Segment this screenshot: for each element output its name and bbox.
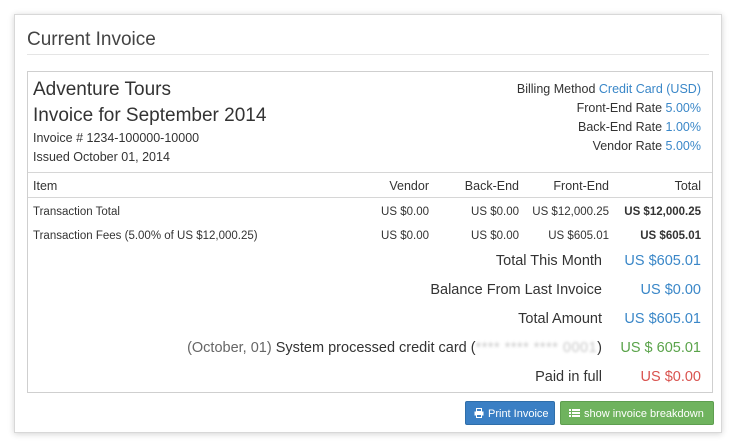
payment-processed-suffix: ) [597, 340, 602, 356]
header-total: Total [674, 179, 701, 193]
paid-in-full-label: Paid in full [535, 369, 602, 385]
row-transaction-fees-total: US $605.01 [640, 230, 701, 242]
payment-processed-text: System processed credit card ( [275, 340, 476, 356]
front-end-rate-label: Front-End Rate [576, 101, 663, 115]
back-end-rate-label: Back-End Rate [577, 120, 663, 134]
total-this-month-value: US $605.01 [624, 253, 701, 269]
payment-processed-label: (October, 01) System processed credit ca… [187, 340, 602, 356]
title-divider [27, 54, 709, 55]
invoice-issued-date: Issued October 01, 2014 [33, 150, 170, 164]
front-end-rate-row: Front-End Rate 5.00% [517, 99, 701, 118]
back-end-rate-value: 1.00% [665, 120, 701, 134]
payment-processed-date: (October, 01) [187, 340, 272, 356]
row-transaction-fees-vendor: US $0.00 [381, 230, 429, 242]
total-this-month-label: Total This Month [495, 253, 602, 269]
table-header-bottom-border [28, 197, 712, 198]
show-invoice-breakdown-button[interactable]: show invoice breakdown [560, 401, 714, 425]
balance-last-invoice-label: Balance From Last Invoice [430, 282, 602, 298]
panel-title: Current Invoice [27, 29, 156, 50]
balance-last-invoice-value: US $0.00 [640, 282, 701, 298]
show-invoice-breakdown-label: show invoice breakdown [584, 408, 704, 420]
row-transaction-fees-front-end: US $605.01 [548, 230, 609, 242]
row-transaction-fees-back-end: US $0.00 [471, 230, 519, 242]
row-transaction-total-total: US $12,000.25 [624, 206, 701, 218]
billing-method-value: Credit Card (USD) [598, 82, 701, 96]
print-invoice-label: Print Invoice [488, 408, 549, 420]
row-transaction-total-front-end: US $12,000.25 [532, 206, 609, 218]
payment-processed-value: US $ 605.01 [620, 340, 701, 356]
rates-block: Billing Method Credit Card (USD) Front-E… [517, 80, 701, 156]
current-invoice-panel: Current Invoice Adventure Tours Invoice … [14, 14, 722, 433]
masked-card-number: **** **** **** 0001 [475, 340, 598, 356]
invoice-number: Invoice # 1234-100000-10000 [33, 131, 200, 145]
row-transaction-total-item: Transaction Total [33, 206, 120, 218]
billing-method-row: Billing Method Credit Card (USD) [517, 80, 701, 99]
row-transaction-total-vendor: US $0.00 [381, 206, 429, 218]
row-transaction-fees-item: Transaction Fees (5.00% of US $12,000.25… [33, 230, 258, 242]
list-icon [569, 402, 580, 426]
vendor-rate-row: Vendor Rate 5.00% [517, 137, 701, 156]
vendor-rate-value: 5.00% [665, 139, 701, 153]
company-name: Adventure Tours [33, 79, 172, 100]
header-item: Item [33, 179, 58, 193]
header-back-end: Back-End [464, 179, 519, 193]
print-invoice-button[interactable]: Print Invoice [465, 401, 555, 425]
row-transaction-total-back-end: US $0.00 [471, 206, 519, 218]
back-end-rate-row: Back-End Rate 1.00% [517, 118, 701, 137]
table-header-top-border [28, 172, 712, 173]
header-front-end: Front-End [553, 179, 609, 193]
billing-method-label: Billing Method [516, 82, 596, 96]
invoice-title: Invoice for September 2014 [33, 105, 267, 126]
front-end-rate-value: 5.00% [665, 101, 701, 115]
total-amount-label: Total Amount [518, 311, 602, 327]
header-vendor: Vendor [389, 179, 429, 193]
vendor-rate-label: Vendor Rate [592, 139, 663, 153]
invoice-box: Adventure Tours Invoice for September 20… [27, 71, 713, 393]
paid-in-full-value: US $0.00 [640, 369, 701, 385]
print-icon [474, 402, 484, 426]
total-amount-value: US $605.01 [624, 311, 701, 327]
